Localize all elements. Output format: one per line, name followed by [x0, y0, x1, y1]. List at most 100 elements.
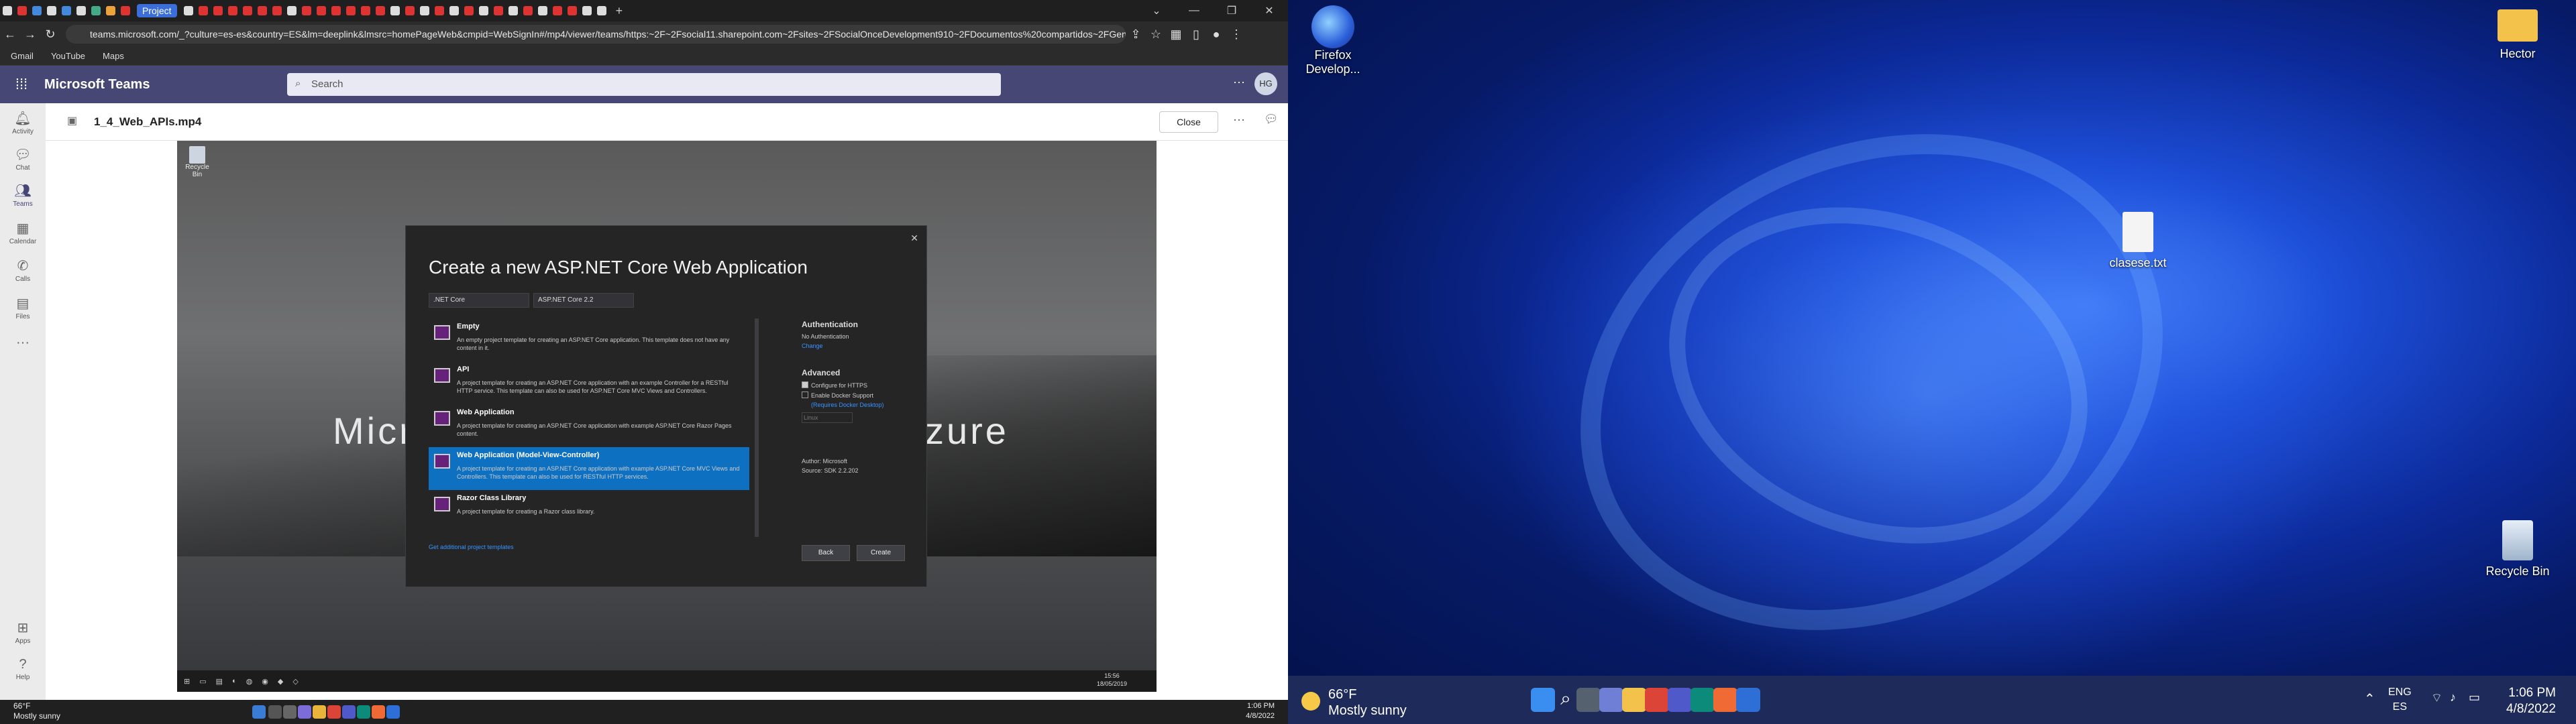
start-icon[interactable] [252, 705, 266, 719]
tab-favicon[interactable] [434, 6, 444, 15]
search-input[interactable]: Search [287, 73, 1001, 96]
search-icon[interactable]: ⌕ [1554, 688, 1578, 712]
rail-calls[interactable]: ✆ Calls [0, 257, 46, 283]
tab-favicon[interactable] [121, 6, 130, 15]
auth-change-link[interactable]: Change [802, 343, 916, 349]
rail-calendar[interactable]: ▦ Calendar [0, 220, 46, 245]
tab-favicon[interactable] [508, 6, 518, 15]
rail-more[interactable]: ··· [0, 335, 46, 352]
teams-icon[interactable] [342, 705, 356, 719]
edge-icon[interactable] [1690, 688, 1715, 712]
left-clock[interactable]: 1:06 PM 4/8/2022 [1246, 701, 1275, 721]
tab-favicon[interactable] [213, 6, 223, 15]
tab-favicon[interactable] [552, 6, 562, 15]
desktop-icon-file[interactable]: clasese.txt [2094, 212, 2182, 270]
tab-favicon[interactable] [567, 6, 577, 15]
tab-favicon[interactable] [537, 6, 547, 15]
tab-favicon[interactable] [272, 6, 282, 15]
share-icon[interactable]: ⇪ [1126, 27, 1146, 42]
desktop-icon-recycle[interactable]: Recycle Bin [2474, 520, 2561, 579]
forward-icon[interactable]: → [20, 27, 40, 42]
rail-files[interactable]: ▤ Files [0, 295, 46, 320]
version-select[interactable]: ASP.NET Core 2.2 [533, 293, 634, 308]
teams-icon[interactable] [1668, 688, 1692, 712]
rail-activity[interactable]: 🔔︎ Activity [0, 110, 46, 135]
template-razor-lib[interactable]: Razor Class Library A project template fo… [429, 490, 749, 533]
create-button[interactable]: Create [857, 545, 905, 561]
tab-favicon[interactable] [493, 6, 503, 15]
more-options-icon[interactable]: ··· [1233, 113, 1245, 127]
new-tab-icon[interactable]: + [616, 4, 623, 18]
tab-favicon[interactable] [360, 6, 370, 15]
chrome-icon[interactable] [1645, 688, 1669, 712]
conversation-icon[interactable]: 💬︎ [1264, 113, 1279, 126]
search-icon[interactable] [268, 705, 282, 719]
tab-favicon[interactable] [449, 6, 459, 15]
back-icon[interactable]: ← [0, 27, 20, 42]
tab-favicon[interactable] [523, 6, 533, 15]
tab-favicon[interactable] [3, 6, 12, 15]
tab-favicon[interactable] [62, 6, 71, 15]
desktop-icon-firefox[interactable]: Firefox Develop... [1289, 5, 1377, 76]
additional-templates-link[interactable]: Get additional project templates [429, 544, 514, 550]
tab-favicon[interactable] [405, 6, 415, 15]
tab-favicon[interactable] [464, 6, 474, 15]
url-field[interactable]: teams.microsoft.com/_?culture=es-es&coun… [66, 25, 1126, 44]
chat-icon[interactable] [298, 705, 311, 719]
app-icon[interactable] [372, 705, 385, 719]
menu-icon[interactable]: ⋮ [1226, 27, 1246, 42]
sidebar-icon[interactable]: ▯ [1186, 27, 1206, 42]
tab-favicon[interactable] [375, 6, 385, 15]
tab-favicon[interactable] [227, 6, 237, 15]
maps-icon[interactable] [1736, 688, 1760, 712]
star-icon[interactable]: ☆ [1146, 27, 1166, 42]
tab-favicon[interactable] [331, 6, 341, 15]
extension-icon[interactable]: ▦ [1166, 27, 1186, 42]
bookmark-youtube[interactable]: YouTube [51, 51, 85, 61]
tab-favicon[interactable] [106, 6, 115, 15]
tab-favicon[interactable] [183, 6, 193, 15]
right-clock[interactable]: 1:06 PM 4/8/2022 [2506, 685, 2556, 717]
dialog-close-icon[interactable]: ✕ [910, 233, 918, 244]
template-scrollbar[interactable] [755, 318, 759, 537]
tab-favicon[interactable] [478, 6, 488, 15]
wifi-icon[interactable]: ⌔ [2431, 690, 2443, 706]
tab-project[interactable]: Project [137, 4, 177, 17]
tab-favicon[interactable] [198, 6, 208, 15]
more-options-icon[interactable]: ··· [1233, 75, 1245, 89]
language-indicator[interactable]: ENG ES [2388, 685, 2412, 715]
tab-favicon[interactable] [286, 6, 297, 15]
task-view-icon[interactable] [1576, 688, 1601, 712]
tab-favicon[interactable] [301, 6, 311, 15]
battery-icon[interactable]: ▭ [2469, 690, 2480, 705]
framework-select[interactable]: .NET Core [429, 293, 529, 308]
minimize-icon[interactable]: — [1175, 5, 1213, 17]
avatar[interactable]: HG [1254, 72, 1277, 95]
profile-icon[interactable]: ● [1206, 27, 1226, 42]
desktop-icon-folder[interactable]: Hector [2474, 9, 2561, 61]
rail-apps[interactable]: ⊞ Apps [0, 619, 46, 645]
tab-favicon[interactable] [316, 6, 326, 15]
https-option[interactable]: Configure for HTTPS [802, 381, 916, 389]
back-button[interactable]: Back [802, 545, 850, 561]
tab-search-icon[interactable]: ⌄ [1138, 4, 1175, 17]
task-view-icon[interactable] [283, 705, 297, 719]
tab-favicon[interactable] [47, 6, 56, 15]
tab-favicon[interactable] [390, 6, 400, 15]
tab-favicon[interactable] [242, 6, 252, 15]
template-mvc[interactable]: Web Application (Model-View-Controller) A… [429, 447, 749, 490]
bookmark-maps[interactable]: Maps [103, 51, 124, 61]
weather-widget[interactable]: 66°F Mostly sunny [13, 701, 60, 721]
rail-help[interactable]: ? Help [0, 657, 46, 681]
chat-icon[interactable] [1599, 688, 1623, 712]
close-window-icon[interactable]: ✕ [1250, 4, 1288, 17]
reload-icon[interactable]: ↻ [40, 27, 60, 42]
file-explorer-icon[interactable] [313, 705, 326, 719]
app-icon[interactable] [1713, 688, 1737, 712]
template-empty[interactable]: Empty An empty project template for creat… [429, 318, 749, 361]
file-explorer-icon[interactable] [1622, 688, 1646, 712]
tab-favicon[interactable] [91, 6, 101, 15]
template-api[interactable]: API A project template for creating an AS… [429, 361, 749, 404]
docker-requires[interactable]: (Requires Docker Desktop) [802, 402, 916, 408]
chrome-icon[interactable] [327, 705, 341, 719]
